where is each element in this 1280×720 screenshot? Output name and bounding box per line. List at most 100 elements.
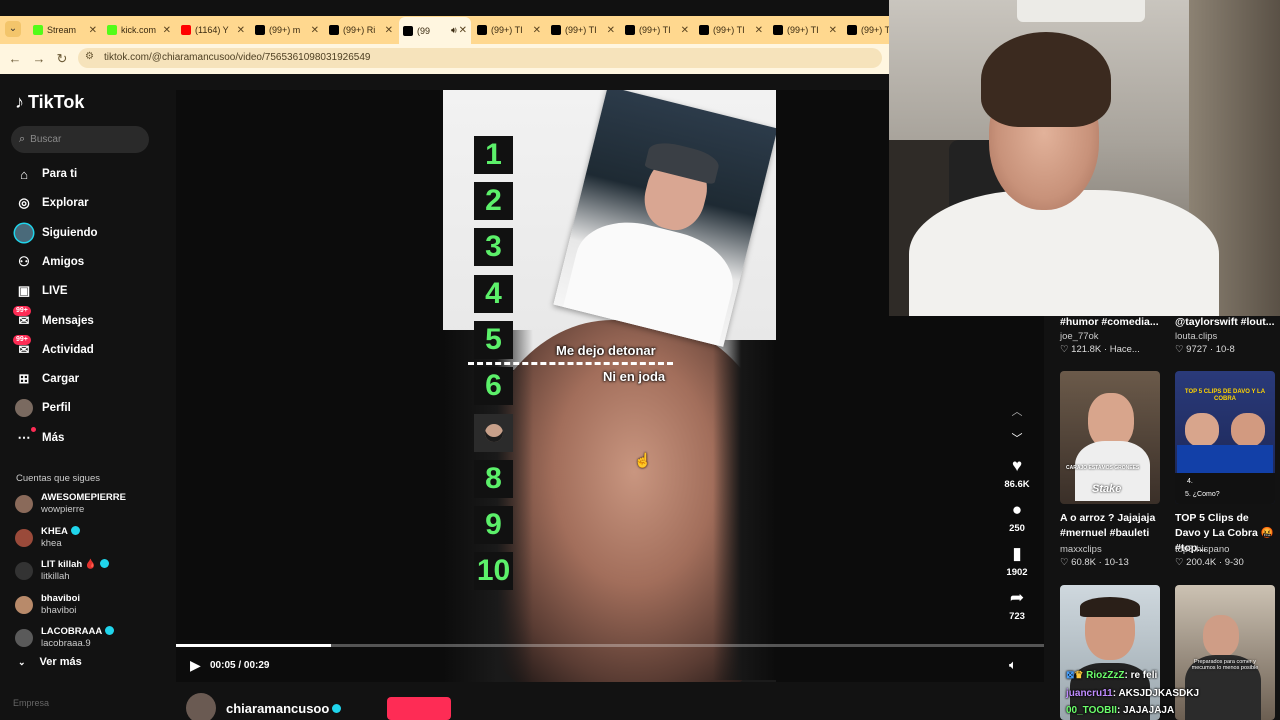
feed-thumb-1[interactable]: CARAJO ESTAMOS GRONEES Stake (1060, 371, 1160, 504)
close-tab-icon[interactable]: ✕ (681, 25, 689, 36)
back-arrow-icon[interactable]: ← (6, 50, 24, 68)
video-caption-2: Ni en joda (603, 369, 666, 384)
sidebar-item-label: Amigos (42, 255, 85, 268)
previous-video-icon[interactable]: ︿ (1008, 403, 1026, 419)
dashed-divider (468, 362, 673, 365)
feed-thumb-4[interactable]: Preparados para comer y mecumos lo menos… (1175, 585, 1275, 720)
browser-tab[interactable]: kick.com ✕ (103, 19, 175, 41)
feed-thumb-2[interactable]: TOP 5 CLIPS DE DAVO Y LA COBRA 4. 5. ¿Co… (1175, 371, 1275, 504)
sidebar-item-para-ti[interactable]: ⌂ Para ti (15, 163, 77, 185)
sidebar-item-más[interactable]: ⋯ Más (15, 426, 64, 449)
close-tab-icon[interactable]: ✕ (829, 25, 837, 36)
browser-tab[interactable]: (99+) TI ✕ (695, 19, 767, 41)
sidebar-item-cargar[interactable]: ⊞ Cargar (15, 368, 80, 390)
close-tab-icon[interactable]: ✕ (89, 25, 97, 36)
feed-card-title-1[interactable]: A o arroz ? Jajajaja #mernuel #bauleti (1060, 511, 1160, 541)
close-tab-icon[interactable]: ✕ (533, 25, 541, 36)
browser-tab[interactable]: (99+) TI ✕ (547, 19, 619, 41)
volume-icon[interactable]: 🔈︎ (1009, 657, 1017, 673)
sidebar-item-mensajes[interactable]: ✉ 99+ Mensajes (13, 305, 94, 332)
save-count: 1902 (1006, 567, 1028, 578)
close-tab-icon[interactable]: ✕ (459, 25, 467, 36)
notification-badge: 99+ (13, 334, 31, 345)
more-icon: ⋯ (15, 426, 36, 447)
tab-audio-icon[interactable]: 🔊︎ (451, 25, 457, 36)
thumb-2-face-1 (1185, 413, 1219, 447)
close-tab-icon[interactable]: ✕ (237, 25, 245, 36)
tab-search-dropdown-icon[interactable]: ⌄ (5, 21, 21, 37)
close-tab-icon[interactable]: ✕ (607, 25, 615, 36)
share-button[interactable]: ➦ 723 (997, 588, 1037, 622)
tab-label: (99+) TI (713, 25, 745, 35)
followed-account[interactable]: LIT killah 🩸 litkillah (15, 559, 109, 583)
followed-account[interactable]: LACOBRAAA lacobraaa.9 (15, 626, 115, 650)
close-tab-icon[interactable]: ✕ (385, 25, 393, 36)
search-box[interactable]: ⌕ (11, 126, 149, 153)
browser-tab[interactable]: Stream ✕ (29, 19, 101, 41)
close-tab-icon[interactable]: ✕ (163, 25, 171, 36)
tab-label: Stream (47, 25, 77, 35)
footer-company-link[interactable]: Empresa (13, 698, 49, 708)
sidebar-item-actividad[interactable]: ✉ 99+ Actividad (13, 334, 94, 361)
feed-thumb-3[interactable] (1060, 585, 1160, 720)
site-info-icon[interactable]: ⚙ (85, 51, 94, 62)
feed-top-author-1[interactable]: joe_77ok (1060, 331, 1099, 342)
see-more-button[interactable]: ⌄ Ver más (18, 656, 82, 668)
search-input[interactable] (30, 134, 131, 145)
browser-tab[interactable]: (99+) TI ✕ (769, 19, 841, 41)
streamer-webcam (889, 0, 1280, 316)
next-video-icon[interactable]: ﹀ (1008, 430, 1026, 446)
browser-tab[interactable]: (99+) TI ✕ (473, 19, 545, 41)
browser-tab[interactable]: (1164) Y ✕ (177, 19, 249, 41)
browser-tab[interactable]: (99+) m ✕ (251, 19, 323, 41)
forward-arrow-icon[interactable]: → (30, 50, 48, 68)
feed-card-author-1[interactable]: maxxclips (1060, 544, 1102, 555)
upload-icon: ⊞ (18, 371, 30, 387)
video-frame[interactable]: 1 2 3 4 5 6 8 9 10 Me dejo detonar Ni en joda (443, 90, 776, 682)
followed-account[interactable]: KHEA khea (15, 525, 80, 550)
feed-card-author-2[interactable]: top5.hispano (1175, 544, 1229, 555)
feed-top-stats-2: ♡ 9727 · 10-8 (1175, 344, 1235, 355)
account-text: KHEA khea (41, 525, 80, 550)
follow-button[interactable] (387, 697, 451, 720)
chevron-down-icon: ⌄ (18, 656, 26, 667)
account-name-text: AWESOMEPIERRE (41, 492, 126, 503)
close-tab-icon[interactable]: ✕ (311, 25, 319, 36)
account-text: LIT killah 🩸 litkillah (41, 559, 109, 583)
progress-bar[interactable] (176, 644, 1044, 647)
comment-button[interactable]: ● 250 (997, 500, 1037, 534)
play-icon[interactable]: ▶ (190, 657, 201, 674)
avatar (15, 629, 33, 647)
followed-account[interactable]: AWESOMEPIERRE wowpierre (15, 492, 126, 516)
account-name-text: LIT killah 🩸 (41, 559, 97, 570)
like-button[interactable]: ♥ 86.6K (997, 456, 1037, 490)
author-row[interactable]: chiaramancusoo (186, 693, 342, 720)
tiktok-logo[interactable]: ♪ TikTok (15, 92, 84, 113)
sidebar-item-amigos[interactable]: ⚇ Amigos (15, 251, 84, 273)
feed-top-author-2[interactable]: louta.clips (1175, 331, 1217, 342)
author-name[interactable]: chiaramancusoo (226, 701, 329, 716)
feed-top-title-1[interactable]: #humor #comedia... (1060, 316, 1160, 328)
browser-tab[interactable]: (99 🔊︎ ✕ (399, 17, 471, 44)
search-icon: ⌕ (19, 133, 26, 145)
sidebar-item-label: Para ti (42, 168, 78, 180)
feed-top-title-2[interactable]: @taylorswift #lout... (1175, 316, 1275, 328)
chat-badge-crown-icon: ♛ (1074, 670, 1084, 681)
url-bar[interactable]: tiktok.com/@chiaramancusoo/video/7565361… (78, 48, 882, 68)
sidebar-item-siguiendo[interactable]: Siguiendo (15, 222, 98, 244)
tab-label: (99+) TI (565, 25, 597, 35)
followed-account[interactable]: bhaviboi bhaviboi (15, 593, 80, 617)
tab-favicon-icon (847, 25, 857, 35)
profile-avatar-icon (15, 399, 33, 418)
author-avatar[interactable] (186, 693, 216, 720)
save-button[interactable]: ▮ 1902 (997, 544, 1037, 578)
browser-tab[interactable]: (99+) TI ✕ (621, 19, 693, 41)
close-tab-icon[interactable]: ✕ (755, 25, 763, 36)
sidebar-item-live[interactable]: ▣ LIVE (15, 280, 68, 302)
sidebar-item-explorar[interactable]: ◎ Explorar (15, 192, 88, 214)
video-time: 00:05 / 00:29 (210, 660, 270, 671)
sidebar-item-perfil[interactable]: Perfil (15, 397, 71, 419)
share-count: 723 (1009, 611, 1025, 622)
reload-icon[interactable]: ↻ (53, 50, 71, 68)
browser-tab[interactable]: (99+) Ri ✕ (325, 19, 397, 41)
